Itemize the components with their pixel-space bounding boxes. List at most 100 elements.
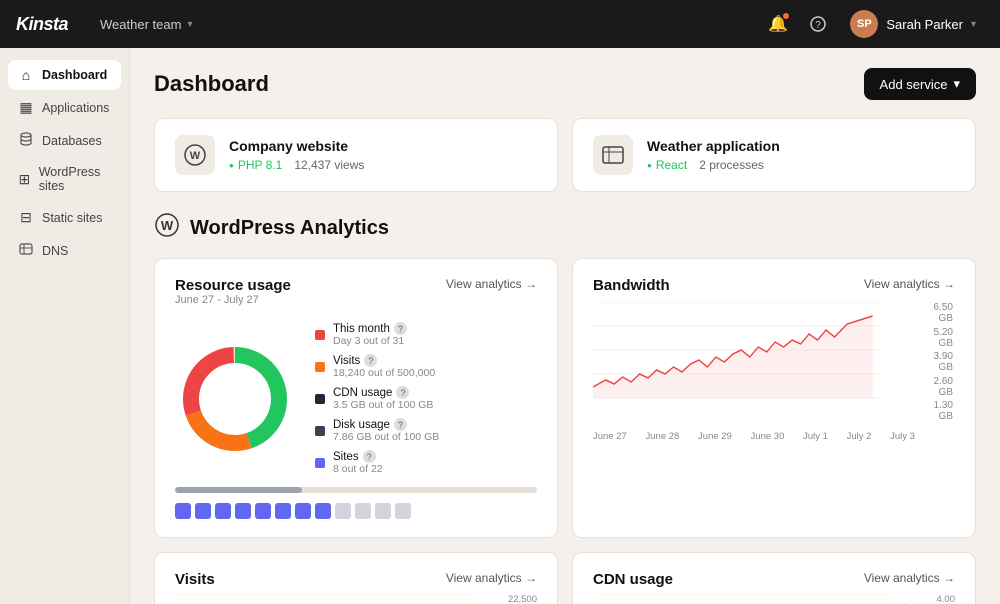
dot-6 — [275, 503, 291, 519]
progress-area — [175, 487, 537, 519]
notifications-button[interactable]: 🔔 — [762, 8, 794, 40]
top-navigation: Kinsta Weather team ▾ 🔔 ? SP Sarah Parke… — [0, 0, 1000, 48]
service-card-weather-app[interactable]: Weather application React 2 processes — [572, 118, 976, 192]
visits-card: Visits View analytics → 22,500 18,000 — [154, 552, 558, 604]
weather-app-info: Weather application React 2 processes — [647, 138, 780, 172]
sidebar-label-static: Static sites — [42, 211, 102, 225]
cdn-y-labels: 4.00 GB 3.20 GB — [921, 594, 955, 604]
company-website-status: PHP 8.1 — [229, 158, 282, 172]
company-website-views: 12,437 views — [294, 158, 364, 172]
dot-4 — [235, 503, 251, 519]
visits-y-label-1: 22,500 — [503, 594, 537, 604]
visits-info-icon[interactable]: ? — [364, 354, 377, 367]
bottom-grid: Visits View analytics → 22,500 18,000 — [154, 552, 976, 604]
sidebar-item-wordpress[interactable]: ⊞ WordPress sites — [8, 158, 121, 200]
visits-chart: 22,500 18,000 — [175, 594, 537, 604]
bandwidth-view-analytics-link[interactable]: View analytics → — [864, 277, 955, 291]
bandwidth-x-label-4: June 30 — [751, 431, 785, 442]
resource-legend: This month ? Day 3 out of 31 Visits — [315, 322, 537, 475]
dot-8 — [315, 503, 331, 519]
sidebar-item-static[interactable]: ⊟ Static sites — [8, 202, 121, 233]
dot-2 — [195, 503, 211, 519]
legend-visits: Visits ? 18,240 out of 500,000 — [315, 354, 537, 379]
bandwidth-y-label-3: 3.90 GB — [917, 351, 953, 373]
dot-5 — [255, 503, 271, 519]
dot-12 — [395, 503, 411, 519]
page-header: Dashboard Add service ▾ — [154, 68, 976, 100]
bandwidth-y-labels: 6.50 GB 5.20 GB 3.90 GB 2.60 GB 1.30 GB — [917, 302, 955, 422]
bandwidth-x-label-2: June 28 — [646, 431, 680, 442]
this-month-info-icon[interactable]: ? — [394, 322, 407, 335]
resource-view-analytics-link[interactable]: View analytics → — [446, 277, 537, 291]
team-selector[interactable]: Weather team ▾ — [92, 13, 200, 36]
svg-text:W: W — [161, 218, 174, 233]
sidebar-item-databases[interactable]: Databases — [8, 125, 121, 156]
resource-usage-subtitle: June 27 - July 27 — [175, 294, 291, 306]
resource-usage-header: Resource usage June 27 - July 27 View an… — [175, 277, 537, 318]
wp-analytics-title: WordPress Analytics — [190, 217, 389, 240]
legend-disk-usage: Disk usage ? 7.86 GB out of 100 GB — [315, 418, 537, 443]
applications-icon: ▦ — [18, 99, 34, 116]
sidebar: ⌂ Dashboard ▦ Applications Databases ⊞ W… — [0, 48, 130, 604]
visits-title: Visits — [175, 571, 215, 588]
service-cards: W Company website PHP 8.1 12,437 views — [154, 118, 976, 192]
company-website-meta: PHP 8.1 12,437 views — [229, 158, 364, 172]
user-menu[interactable]: SP Sarah Parker ▾ — [842, 6, 984, 42]
sidebar-label-databases: Databases — [42, 134, 102, 148]
add-service-button[interactable]: Add service ▾ — [864, 68, 976, 100]
legend-this-month: This month ? Day 3 out of 31 — [315, 322, 537, 347]
bandwidth-chart: 6.50 GB 5.20 GB 3.90 GB 2.60 GB 1.30 GB … — [593, 302, 955, 442]
sidebar-item-applications[interactable]: ▦ Applications — [8, 92, 121, 123]
user-chevron-icon: ▾ — [971, 19, 976, 30]
user-name: Sarah Parker — [886, 17, 963, 32]
dot-10 — [355, 503, 371, 519]
bandwidth-y-label-4: 2.60 GB — [917, 376, 953, 398]
cdn-view-analytics-link[interactable]: View analytics → — [864, 571, 955, 585]
svg-text:W: W — [190, 150, 201, 162]
sidebar-item-dashboard[interactable]: ⌂ Dashboard — [8, 60, 121, 90]
home-icon: ⌂ — [18, 67, 34, 83]
logo: Kinsta — [16, 14, 68, 35]
bandwidth-y-label-2: 5.20 GB — [917, 327, 953, 349]
dot-9 — [335, 503, 351, 519]
company-website-title: Company website — [229, 138, 364, 154]
cdn-info-icon[interactable]: ? — [396, 386, 409, 399]
add-service-label: Add service — [880, 77, 948, 92]
sidebar-item-dns[interactable]: DNS — [8, 235, 121, 266]
bandwidth-x-labels: June 27 June 28 June 29 June 30 July 1 J… — [593, 431, 915, 442]
resource-usage-title: Resource usage — [175, 277, 291, 294]
cdn-card: CDN usage View analytics → 4.00 GB 3.20 … — [572, 552, 976, 604]
bandwidth-y-label-5: 1.30 GB — [917, 400, 953, 422]
databases-icon — [18, 132, 34, 149]
visits-y-labels: 22,500 18,000 — [503, 594, 537, 604]
bandwidth-x-label-6: July 2 — [847, 431, 872, 442]
main-content: Dashboard Add service ▾ W Company websit… — [130, 48, 1000, 604]
sidebar-label-dashboard: Dashboard — [42, 68, 107, 82]
svg-text:?: ? — [816, 20, 822, 31]
disk-sub: 7.86 GB out of 100 GB — [333, 431, 439, 443]
sites-info-icon[interactable]: ? — [363, 450, 376, 463]
analytics-grid: Resource usage June 27 - July 27 View an… — [154, 258, 976, 538]
visits-dot — [315, 362, 325, 372]
visits-view-analytics-link[interactable]: View analytics → — [446, 571, 537, 585]
dot-7 — [295, 503, 311, 519]
disk-info-icon[interactable]: ? — [394, 418, 407, 431]
this-month-sub: Day 3 out of 31 — [333, 335, 407, 347]
progress-fill-1 — [175, 487, 302, 493]
cdn-header: CDN usage View analytics → — [593, 571, 955, 588]
bandwidth-header: Bandwidth View analytics → — [593, 277, 955, 294]
cdn-title: CDN usage — [593, 571, 673, 588]
help-button[interactable]: ? — [802, 8, 834, 40]
bandwidth-x-label-5: July 1 — [803, 431, 828, 442]
cdn-label: CDN usage — [333, 387, 392, 399]
bandwidth-card: Bandwidth View analytics → — [572, 258, 976, 538]
dns-icon — [18, 242, 34, 259]
add-service-chevron-icon: ▾ — [953, 76, 960, 92]
legend-sites: Sites ? 8 out of 22 — [315, 450, 537, 475]
nav-icons: 🔔 ? SP Sarah Parker ▾ — [762, 6, 984, 42]
wordpress-icon: ⊞ — [18, 171, 31, 188]
resource-usage-card: Resource usage June 27 - July 27 View an… — [154, 258, 558, 538]
service-card-company-website[interactable]: W Company website PHP 8.1 12,437 views — [154, 118, 558, 192]
resource-content: This month ? Day 3 out of 31 Visits — [175, 322, 537, 475]
dot-11 — [375, 503, 391, 519]
